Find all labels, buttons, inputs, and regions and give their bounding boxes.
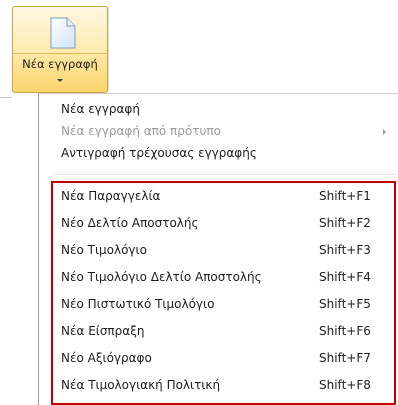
- new-record-button-label: Νέα εγγραφή: [22, 57, 98, 71]
- menu-item-new-from-template[interactable]: Νέα εγγραφή από πρότυπο: [61, 120, 221, 142]
- new-record-button-main[interactable]: [13, 7, 107, 53]
- menu-separator: [55, 174, 395, 175]
- menu-item-copy-current-record[interactable]: Αντιγραφή τρέχουσας εγγραφής: [61, 142, 257, 164]
- chevron-right-icon: [383, 129, 386, 135]
- menu-item-new-record[interactable]: Νέα εγγραφή: [61, 98, 140, 120]
- ribbon-divider: [0, 97, 12, 98]
- new-record-dropdown-menu: Νέα εγγραφή Νέα εγγραφή από πρότυπο Αντι…: [38, 93, 398, 405]
- ribbon-group-separator: [108, 6, 109, 92]
- chevron-down-icon: [57, 79, 63, 82]
- new-record-split-button[interactable]: Νέα εγγραφή: [12, 6, 108, 93]
- annotation-highlight-box: [51, 181, 396, 405]
- new-document-icon: [50, 17, 76, 49]
